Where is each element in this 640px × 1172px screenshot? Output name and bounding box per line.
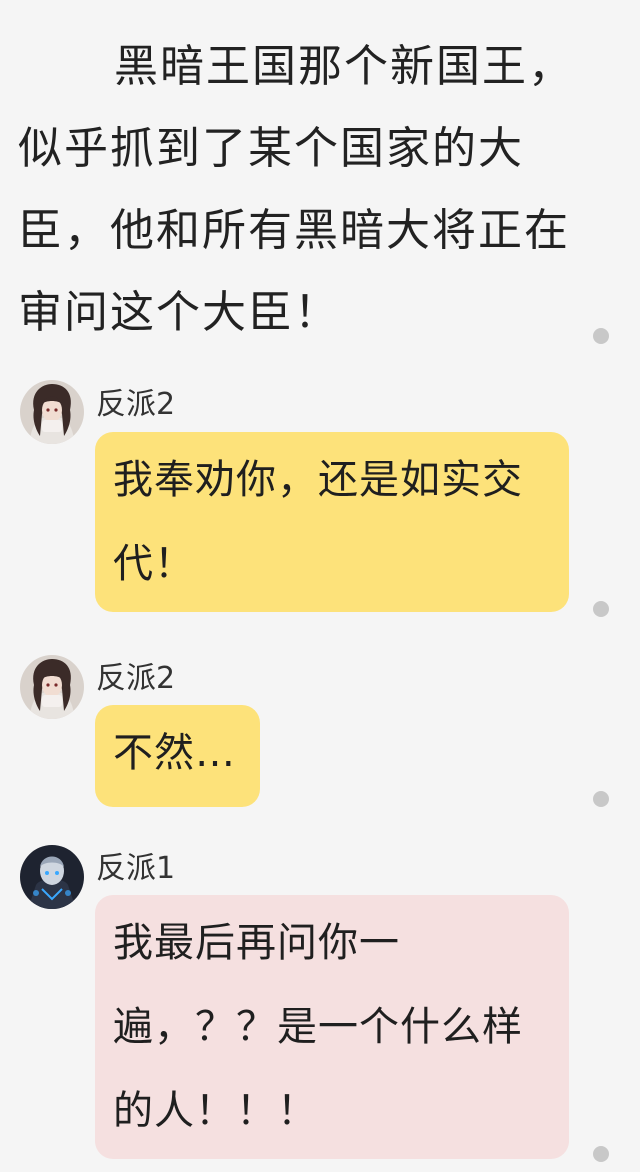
message-sender-name: 反派1 [96,851,176,886]
message-bubble[interactable]: 我奉劝你，还是如实交代！ [95,432,569,612]
avatar-villain-2[interactable] [20,655,84,719]
avatar-armored-figure-icon [20,845,84,909]
avatar-villain-2[interactable] [20,380,84,444]
message-sender-name: 反派2 [96,661,176,696]
message-status-dot [593,601,609,617]
message-bubble[interactable]: 不然… [95,705,260,807]
message-status-dot [593,328,609,344]
avatar-dark-hair-girl-icon [20,380,84,444]
message-status-dot [593,791,609,807]
narration-text: 黑暗王国那个新国王，似乎抓到了某个国家的大臣，他和所有黑暗大将正在审问这个大臣！ [18,41,574,338]
message-status-dot [593,1146,609,1162]
avatar-dark-hair-girl-icon [20,655,84,719]
avatar-villain-1[interactable] [20,845,84,909]
message-sender-name: 反派2 [96,387,176,422]
message-bubble[interactable]: 我最后再问你一遍，？？是一个什么样的人！！！ [95,895,569,1159]
